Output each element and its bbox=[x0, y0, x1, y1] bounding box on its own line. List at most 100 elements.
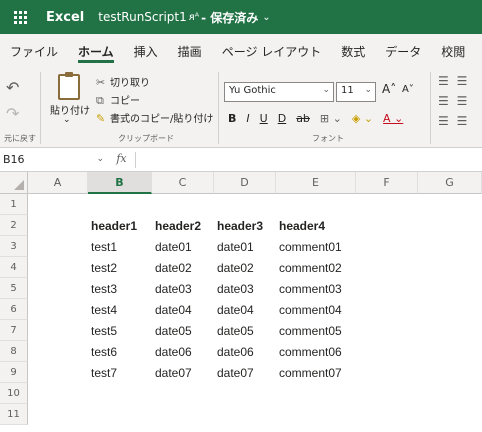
table-cell[interactable]: date06 bbox=[152, 341, 192, 362]
save-status[interactable]: - 保存済み bbox=[201, 9, 258, 26]
row-header[interactable]: 7 bbox=[0, 320, 28, 341]
table-cell[interactable]: date01 bbox=[214, 236, 254, 257]
tab-formulas[interactable]: 数式 bbox=[331, 34, 375, 68]
name-box-value: B16 bbox=[3, 152, 25, 166]
table-cell[interactable]: date07 bbox=[214, 362, 254, 383]
shrink-font-button[interactable]: A˅ bbox=[402, 84, 414, 95]
table-cell[interactable]: date04 bbox=[214, 299, 254, 320]
chevron-down-icon[interactable]: ⌄ bbox=[96, 154, 104, 164]
formula-input[interactable] bbox=[136, 148, 482, 172]
font-size-value: 11 bbox=[341, 85, 354, 96]
tab-review[interactable]: 校閲 bbox=[431, 34, 475, 68]
column-header[interactable]: G bbox=[418, 172, 482, 194]
redo-icon[interactable]: ↷ bbox=[6, 104, 19, 123]
fill-color-button[interactable]: ◈ ⌄ bbox=[352, 112, 373, 125]
row-header[interactable]: 9 bbox=[0, 362, 28, 383]
table-cell[interactable]: date02 bbox=[152, 257, 192, 278]
app-launcher-button[interactable] bbox=[0, 0, 40, 34]
table-cell[interactable]: date05 bbox=[152, 320, 192, 341]
table-cell[interactable]: comment05 bbox=[276, 320, 342, 341]
chevron-down-icon[interactable]: ⌄ bbox=[262, 12, 270, 23]
select-all-button[interactable] bbox=[0, 172, 28, 194]
table-cell[interactable]: test4 bbox=[88, 299, 117, 320]
column-header[interactable]: B bbox=[88, 172, 152, 194]
table-cell[interactable]: date02 bbox=[214, 257, 254, 278]
name-box[interactable]: B16 ⌄ bbox=[0, 148, 108, 172]
chevron-down-icon[interactable]: ⌄ bbox=[63, 115, 71, 125]
row-header[interactable]: 8 bbox=[0, 341, 28, 362]
grow-font-button[interactable]: A˄ bbox=[382, 82, 396, 96]
row-header[interactable]: 5 bbox=[0, 278, 28, 299]
table-cell[interactable]: comment02 bbox=[276, 257, 342, 278]
italic-button[interactable]: I bbox=[246, 112, 249, 125]
tab-data[interactable]: データ bbox=[375, 34, 431, 68]
format-painter-button[interactable]: ✎ 書式のコピー/貼り付け bbox=[96, 110, 213, 125]
row-header[interactable]: 6 bbox=[0, 299, 28, 320]
table-header-cell[interactable]: header2 bbox=[152, 215, 201, 236]
row-header[interactable]: 11 bbox=[0, 404, 28, 425]
undo-group-label: 元に戻す bbox=[4, 134, 36, 143]
table-cell[interactable]: test1 bbox=[88, 236, 117, 257]
table-cell[interactable]: test6 bbox=[88, 341, 117, 362]
tab-insert[interactable]: 挿入 bbox=[124, 34, 168, 68]
table-header-cell[interactable]: header4 bbox=[276, 215, 325, 236]
align-middle-icon[interactable]: ☰ ☰ bbox=[438, 94, 469, 108]
column-header[interactable]: C bbox=[152, 172, 214, 194]
paste-icon[interactable] bbox=[58, 72, 80, 100]
format-painter-label: 書式のコピー/貼り付け bbox=[110, 114, 214, 125]
bold-button[interactable]: B bbox=[228, 112, 236, 125]
column-header[interactable]: E bbox=[276, 172, 356, 194]
document-title[interactable]: testRunScript1 bbox=[98, 10, 187, 24]
font-size-select[interactable]: 11 ⌄ bbox=[336, 82, 376, 102]
column-header[interactable]: A bbox=[28, 172, 88, 194]
column-header[interactable]: D bbox=[214, 172, 276, 194]
tab-draw[interactable]: 描画 bbox=[168, 34, 212, 68]
table-cell[interactable]: test2 bbox=[88, 257, 117, 278]
table-cell[interactable]: date05 bbox=[214, 320, 254, 341]
double-underline-button[interactable]: D bbox=[278, 112, 286, 125]
table-cell[interactable]: date04 bbox=[152, 299, 192, 320]
borders-button[interactable]: ⊞ ⌄ bbox=[320, 112, 342, 125]
divider bbox=[40, 72, 41, 144]
brush-icon: ✎ bbox=[96, 112, 106, 125]
row-header[interactable]: 2 bbox=[0, 215, 28, 236]
table-cell[interactable]: date03 bbox=[152, 278, 192, 299]
align-top-icon[interactable]: ☰ ☰ bbox=[438, 74, 469, 88]
font-format-row: B I U D ab ⊞ ⌄ ◈ ⌄ A ⌄ bbox=[228, 112, 403, 125]
table-header-cell[interactable]: header1 bbox=[88, 215, 137, 236]
tab-file[interactable]: ファイル bbox=[0, 34, 68, 68]
table-cell[interactable]: comment03 bbox=[276, 278, 342, 299]
table-cell[interactable]: comment07 bbox=[276, 362, 342, 383]
table-cell[interactable]: test7 bbox=[88, 362, 117, 383]
table-cell[interactable]: comment04 bbox=[276, 299, 342, 320]
row-header[interactable]: 3 bbox=[0, 236, 28, 257]
table-header-cell[interactable]: header3 bbox=[214, 215, 263, 236]
table-cell[interactable]: date07 bbox=[152, 362, 192, 383]
row-header[interactable]: 10 bbox=[0, 383, 28, 404]
row-header[interactable]: 1 bbox=[0, 194, 28, 215]
table-cell[interactable]: date03 bbox=[214, 278, 254, 299]
ribbon-tabs: ファイル ホーム 挿入 描画 ページ レイアウト 数式 データ 校閲 bbox=[0, 34, 482, 68]
table-cell[interactable]: comment01 bbox=[276, 236, 342, 257]
table-cell[interactable]: date01 bbox=[152, 236, 192, 257]
underline-button[interactable]: U bbox=[260, 112, 268, 125]
font-color-button[interactable]: A ⌄ bbox=[383, 112, 403, 125]
table-cell[interactable]: test5 bbox=[88, 320, 117, 341]
tab-home[interactable]: ホーム bbox=[68, 34, 124, 68]
copy-button[interactable]: ⧉ コピー bbox=[96, 92, 140, 108]
strikethrough-button[interactable]: ab bbox=[296, 112, 310, 125]
font-group-label: フォント bbox=[312, 134, 344, 143]
undo-icon[interactable]: ↶ bbox=[6, 78, 19, 97]
table-cell[interactable]: test3 bbox=[88, 278, 117, 299]
column-header[interactable]: F bbox=[356, 172, 418, 194]
tab-page-layout[interactable]: ページ レイアウト bbox=[212, 34, 332, 68]
app-name[interactable]: Excel bbox=[46, 10, 84, 25]
function-icon[interactable]: fx bbox=[108, 151, 136, 168]
row-header[interactable]: 4 bbox=[0, 257, 28, 278]
table-cell[interactable]: comment06 bbox=[276, 341, 342, 362]
font-name-value: Yu Gothic bbox=[229, 85, 276, 96]
font-name-select[interactable]: Yu Gothic ⌄ bbox=[224, 82, 334, 102]
align-bottom-icon[interactable]: ☰ ☰ bbox=[438, 114, 469, 128]
cut-button[interactable]: ✂ 切り取り bbox=[96, 74, 150, 89]
table-cell[interactable]: date06 bbox=[214, 341, 254, 362]
